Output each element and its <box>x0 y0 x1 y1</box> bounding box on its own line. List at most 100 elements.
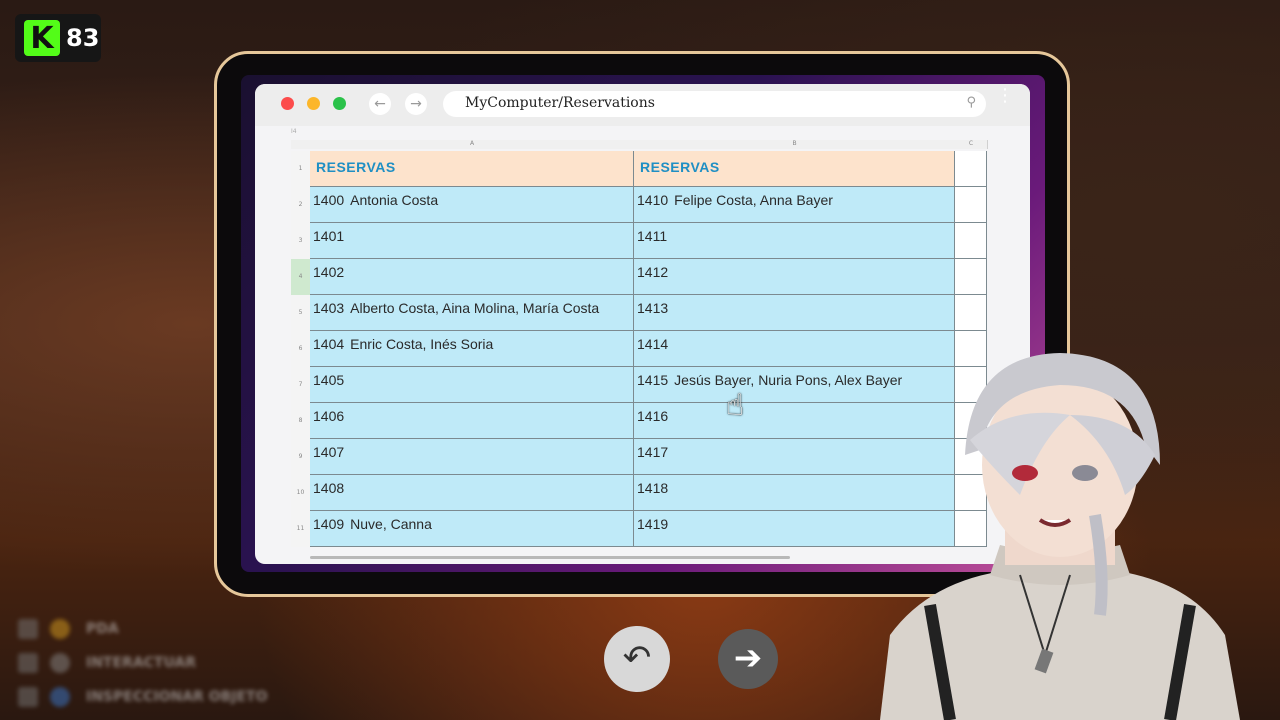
arrow-left-icon: ← <box>374 96 386 112</box>
row-number[interactable]: 8 <box>291 403 310 439</box>
streamer-avatar <box>880 353 1240 720</box>
undo-arrow-icon: ↶ <box>622 638 652 678</box>
room-number: 1412 <box>637 264 669 280</box>
guest-names: Alberto Costa, Aina Molina, María Costa <box>350 300 600 316</box>
empty-cell-c[interactable] <box>955 187 987 223</box>
reservation-cell-a[interactable]: 1403 Alberto Costa, Aina Molina, María Co… <box>310 295 634 331</box>
reservation-cell-b[interactable]: 1410 Felipe Costa, Anna Bayer <box>634 187 955 223</box>
room-number: 1405 <box>313 372 345 388</box>
row-number[interactable]: 6 <box>291 331 310 367</box>
reservation-cell-a[interactable]: 1404 Enric Costa, Inés Soria <box>310 331 634 367</box>
address-text: MyComputer/Reservations <box>465 95 655 111</box>
header-cell-c[interactable] <box>955 151 987 187</box>
hand-cursor-icon: ☝ <box>726 388 745 423</box>
inspect-icon <box>50 687 70 707</box>
room-number: 1418 <box>637 480 669 496</box>
reservation-cell-a[interactable]: 1401 <box>310 223 634 259</box>
reservation-cell-b[interactable]: 1412 <box>634 259 955 295</box>
back-button[interactable]: ← <box>369 93 391 115</box>
horizontal-scrollbar[interactable] <box>310 556 790 559</box>
room-number: 1406 <box>313 408 345 424</box>
column-header-b[interactable]: B <box>634 140 956 149</box>
column-header-a[interactable]: A <box>310 140 635 149</box>
header-cell-b[interactable]: RESERVAS <box>634 151 955 187</box>
header-cell-a[interactable]: RESERVAS <box>310 151 634 187</box>
row-number[interactable]: 1 <box>291 151 310 187</box>
row-number[interactable]: 9 <box>291 439 310 475</box>
row-number[interactable]: 11 <box>291 511 310 547</box>
guest-names: Jesús Bayer, Nuria Pons, Alex Bayer <box>674 372 903 388</box>
browser-titlebar: ← → MyComputer/Reservations ⚲ ⋮ <box>255 84 1030 126</box>
row-number[interactable]: 5 <box>291 295 310 331</box>
reservation-cell-a[interactable]: 1409 Nuve, Canna <box>310 511 634 547</box>
hint-interact: INTERACTUAR <box>18 646 268 680</box>
guest-names: Felipe Costa, Anna Bayer <box>674 192 833 208</box>
maximize-window-button[interactable] <box>333 97 346 110</box>
reservation-cell-b[interactable]: 1413 <box>634 295 955 331</box>
empty-cell-c[interactable] <box>955 295 987 331</box>
row-number[interactable]: 2 <box>291 187 310 223</box>
room-number: 1403 <box>313 300 345 316</box>
next-button[interactable]: ➔ <box>718 629 778 689</box>
room-number: 1416 <box>637 408 669 424</box>
row-number[interactable]: 7 <box>291 367 310 403</box>
room-number: 1417 <box>637 444 669 460</box>
reservation-cell-b[interactable]: 1411 <box>634 223 955 259</box>
column-header-c[interactable]: C <box>955 140 988 149</box>
column-headers: A B C <box>291 140 991 149</box>
hint-label: INSPECCIONAR OBJETO <box>86 689 268 705</box>
room-number: 1419 <box>637 516 669 532</box>
close-window-button[interactable] <box>281 97 294 110</box>
hand-icon <box>50 653 70 673</box>
key-icon <box>18 619 38 639</box>
guest-names: Enric Costa, Inés Soria <box>350 336 494 352</box>
reservation-cell-a[interactable]: 1400 Antonia Costa <box>310 187 634 223</box>
address-bar[interactable]: MyComputer/Reservations ⚲ <box>443 91 986 117</box>
viewer-count: 83 <box>66 24 100 52</box>
room-number: 1414 <box>637 336 669 352</box>
key-icon <box>18 687 38 707</box>
undo-button[interactable]: ↶ <box>604 626 670 692</box>
empty-cell-c[interactable] <box>955 259 987 295</box>
row-number[interactable]: 4 <box>291 259 310 295</box>
room-number: 1410 <box>637 192 669 208</box>
row-number[interactable]: 10 <box>291 475 310 511</box>
formula-bar[interactable]: I4 <box>291 128 991 138</box>
reservation-cell-a[interactable]: 1405 <box>310 367 634 403</box>
room-number: 1413 <box>637 300 669 316</box>
row-number[interactable]: 3 <box>291 223 310 259</box>
room-number: 1408 <box>313 480 345 496</box>
cell-reference: I4 <box>291 128 297 135</box>
hint-label: PDA <box>86 621 119 637</box>
hint-label: INTERACTUAR <box>86 655 197 671</box>
magnifier-icon[interactable]: ⚲ <box>966 95 976 110</box>
empty-cell-c[interactable] <box>955 223 987 259</box>
pda-icon <box>50 619 70 639</box>
hint-inspect: INSPECCIONAR OBJETO <box>18 680 268 714</box>
room-number: 1404 <box>313 336 345 352</box>
room-number: 1401 <box>313 228 345 244</box>
control-hints: PDA INTERACTUAR INSPECCIONAR OBJETO <box>18 612 268 714</box>
reservation-cell-a[interactable]: 1408 <box>310 475 634 511</box>
arrow-right-icon: → <box>410 96 422 112</box>
corner-cell[interactable] <box>291 140 311 149</box>
reservation-cell-a[interactable]: 1406 <box>310 403 634 439</box>
minimize-window-button[interactable] <box>307 97 320 110</box>
key-icon <box>18 653 38 673</box>
room-number: 1400 <box>313 192 345 208</box>
viewer-count-badge: K 83 <box>15 14 101 62</box>
more-options-icon[interactable]: ⋮ <box>996 87 1014 105</box>
right-arrow-icon: ➔ <box>733 638 763 678</box>
room-number: 1407 <box>313 444 345 460</box>
hint-pda: PDA <box>18 612 268 646</box>
reservation-cell-a[interactable]: 1402 <box>310 259 634 295</box>
forward-button[interactable]: → <box>405 93 427 115</box>
kick-logo-icon: K <box>24 20 60 56</box>
room-number: 1402 <box>313 264 345 280</box>
room-number: 1411 <box>637 228 668 244</box>
guest-names: Nuve, Canna <box>350 516 432 532</box>
room-number: 1409 <box>313 516 345 532</box>
guest-names: Antonia Costa <box>350 192 439 208</box>
room-number: 1415 <box>637 372 669 388</box>
reservation-cell-a[interactable]: 1407 <box>310 439 634 475</box>
